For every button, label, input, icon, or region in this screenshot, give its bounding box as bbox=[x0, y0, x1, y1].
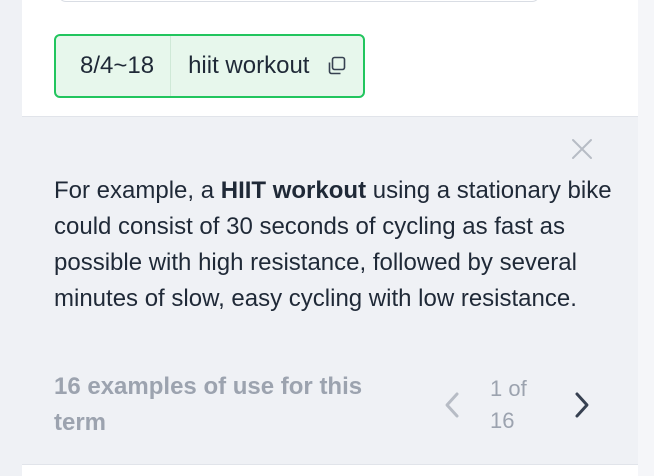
chevron-left-icon bbox=[445, 392, 459, 418]
example-sentence: For example, a HIIT workout using a stat… bbox=[54, 173, 614, 317]
term-chip-label: hiit workout bbox=[188, 52, 310, 79]
term-chip[interactable]: hiit workout bbox=[171, 36, 363, 96]
term-card: 8/4~18 hiit workout bbox=[22, 0, 638, 116]
examples-count-link[interactable]: 16 examples of use for this term bbox=[54, 369, 414, 441]
chevron-right-icon bbox=[575, 392, 589, 418]
pager-label: 1 of 16 bbox=[490, 376, 527, 433]
previous-card-edge bbox=[58, 0, 540, 2]
example-panel: For example, a HIIT workout using a stat… bbox=[22, 116, 638, 464]
close-icon bbox=[572, 139, 592, 159]
dictionary-widget: 8/4~18 hiit workout For example, a HIIT … bbox=[0, 0, 654, 476]
example-highlight: HIIT workout bbox=[220, 177, 367, 204]
close-button[interactable] bbox=[569, 136, 595, 162]
copy-icon[interactable] bbox=[325, 54, 349, 78]
next-card-edge bbox=[22, 464, 638, 476]
term-code-chip[interactable]: 8/4~18 bbox=[56, 36, 172, 96]
next-example-button[interactable] bbox=[568, 389, 596, 421]
term-chip-group[interactable]: 8/4~18 hiit workout bbox=[54, 34, 366, 98]
example-text-before: For example, a bbox=[54, 177, 221, 204]
previous-example-button[interactable] bbox=[438, 389, 466, 421]
right-gutter bbox=[638, 0, 654, 476]
